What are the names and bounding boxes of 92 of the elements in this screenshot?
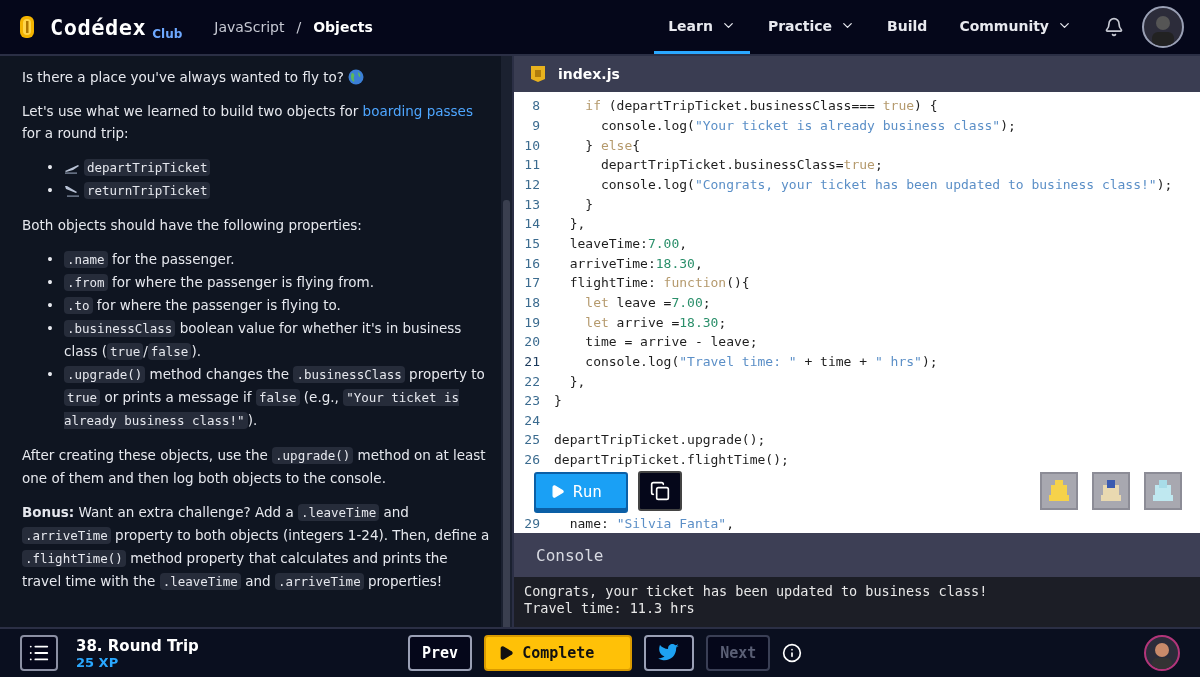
brand-name[interactable]: Codédex: [50, 14, 147, 40]
code-line: },: [568, 216, 586, 232]
code-line: leaveTime:7.00,: [568, 235, 688, 251]
lesson-paragraph: Bonus: Want an extra challenge? Add a .leaveTime and .arriveTime property to both objects (integers 1-24). Then, define a .flightTime() method property that calculates and prints the travel time with the .leaveTime and .arriveTime properties!: [22, 503, 490, 592]
line-number: 25: [523, 432, 541, 448]
list-item-text: .businessClass boolean value for whether it's in business class ( true / false ).: [64, 319, 463, 362]
copy-icon: [650, 481, 670, 502]
console-title: Console: [536, 545, 604, 565]
console-output: Congrats, your ticket has been updated to business class!: [524, 583, 989, 600]
code-line: console.log("Congrats, your ticket has been updated to business class!");: [599, 176, 1173, 192]
lesson-title: 38. Round Trip: [76, 636, 200, 655]
scrollbar-thumb[interactable]: [503, 200, 510, 627]
line-number: 23: [523, 393, 541, 409]
bullet: •: [46, 158, 54, 177]
nav-tab[interactable]: Community: [945, 0, 1086, 54]
list-item-text: .upgrade() method changes the .businessClass property to true or prints a message if false (e.g., "Your ticket is already business class!" ).: [64, 365, 486, 431]
bell-icon[interactable]: [1104, 17, 1124, 37]
line-number: 19: [523, 314, 541, 330]
line-number: 20: [523, 334, 541, 350]
line-number: 8: [531, 98, 541, 114]
line-number: 10: [523, 137, 541, 153]
code-line: }: [584, 196, 594, 212]
bird-icon: [658, 644, 681, 662]
line-number: 9: [531, 118, 541, 133]
bullet: •: [46, 319, 54, 338]
lesson-paragraph: Is there a place you've always wanted to fly to?: [22, 68, 344, 87]
code-line: departTripTicket.upgrade();: [554, 432, 766, 448]
breadcrumb-link[interactable]: Objects: [313, 19, 373, 35]
breadcrumb-link[interactable]: JavaScript: [214, 19, 285, 35]
code-line: },: [568, 373, 586, 389]
club-label: Club: [152, 27, 183, 41]
list-item-text: .to for where the passenger is flying to.: [64, 294, 490, 317]
coin-logo-icon: [18, 15, 36, 39]
list-item-text: departTripTicket: [84, 156, 211, 179]
bullet: •: [46, 181, 54, 200]
code-line: console.log("Travel time: " + time + " hrs");: [584, 353, 938, 369]
code-line: let arrive =18.30;: [584, 314, 727, 330]
lesson-menu-button[interactable]: [20, 635, 58, 671]
line-number: 21: [523, 353, 541, 369]
code-line: departTripTicket.flightTime();: [554, 452, 789, 468]
bullet: •: [46, 273, 54, 292]
line-number: 11: [523, 157, 541, 173]
line-number: 29: [523, 515, 541, 531]
lesson-paragraph: After creating these objects, use the .upgrade() method on at least one of them and then log both objects to the console.: [22, 446, 487, 488]
code-line: } else{: [584, 137, 641, 153]
complete-button[interactable]: Complete: [484, 635, 633, 671]
copy-button[interactable]: [638, 471, 682, 512]
play-icon: [498, 645, 515, 661]
line-number: 16: [523, 255, 541, 271]
nav-tab[interactable]: Build: [873, 0, 942, 54]
code-line: arriveTime:18.30,: [568, 255, 703, 271]
file-tab[interactable]: index.js: [558, 66, 620, 82]
bullet: •: [46, 365, 54, 384]
code-line: flightTime: function(){: [568, 275, 750, 291]
list-item-text: .from for where the passenger is flying from.: [64, 271, 490, 294]
xp-label: 25 XP: [76, 654, 120, 670]
airplane-arrival-icon: [64, 184, 80, 197]
line-number: 12: [523, 176, 541, 192]
bullet: •: [46, 250, 54, 269]
line-number: 26: [523, 452, 541, 468]
scrollbar-track[interactable]: [501, 56, 512, 627]
code-line: let leave =7.00;: [584, 294, 711, 310]
line-number: 15: [523, 235, 541, 251]
breadcrumb-separator: /: [296, 19, 302, 35]
lesson-paragraph: Both objects should have the following properties:: [22, 216, 362, 235]
code-line: console.log("Your ticket is already business class");: [599, 118, 1016, 133]
code-line: time = arrive - leave;: [584, 334, 758, 350]
console-output: Travel time: 11.3 hrs: [524, 600, 696, 617]
js-file-icon: [530, 65, 546, 83]
line-number: 17: [523, 275, 541, 291]
boarding-passes-link[interactable]: boarding passes: [362, 103, 473, 119]
bullet: •: [46, 296, 54, 315]
code-line: if (departTripTicket.businessClass=== true) {: [584, 98, 938, 114]
line-number: 18: [523, 294, 541, 310]
line-number: 24: [523, 412, 541, 428]
play-icon: [550, 483, 565, 499]
nav-tab[interactable]: Practice: [753, 0, 870, 54]
globe-icon: [347, 69, 364, 85]
user-avatar[interactable]: [1142, 6, 1184, 48]
prev-button[interactable]: Prev: [408, 635, 473, 671]
line-number: 14: [523, 216, 541, 232]
line-number: 13: [523, 196, 541, 212]
list-item-text: .name for the passenger.: [64, 248, 490, 271]
code-line: departTripTicket.businessClass=true;: [599, 157, 883, 173]
list-item-text: returnTripTicket: [84, 179, 211, 202]
code-line: name: "Silvia Fanta",: [568, 515, 735, 531]
code-line: }: [554, 393, 562, 409]
lesson-paragraph: Let's use what we learned to build two objects for boarding passes for a round trip:: [22, 102, 474, 143]
info-icon[interactable]: [782, 643, 803, 663]
share-button[interactable]: [644, 635, 695, 671]
line-number: 22: [523, 373, 541, 389]
user-avatar[interactable]: [1144, 635, 1180, 671]
